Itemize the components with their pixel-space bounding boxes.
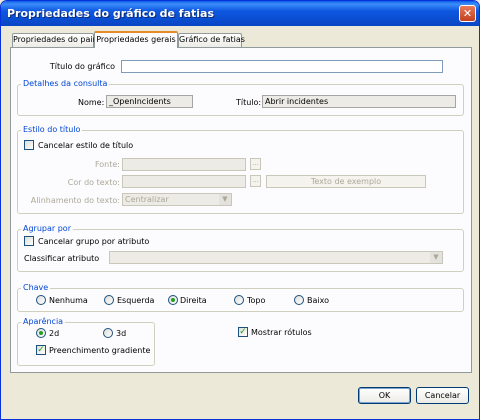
key-none-radio[interactable] [36,295,46,305]
checkmark-icon: ✓ [239,327,247,337]
group-title: Detalhes da consulta [21,79,110,89]
close-icon: ✕ [462,7,473,20]
key-right-radio[interactable] [168,295,178,305]
key-option-label: Baixo [307,296,329,305]
tab-pie-chart[interactable]: Gráfico de fatias [178,33,245,47]
ok-button[interactable]: OK [358,387,411,404]
chart-title-input[interactable] [121,60,443,73]
override-group-by-checkbox[interactable] [24,236,34,246]
group-title: Estilo do título [21,125,83,135]
font-picker-button: ... [250,158,261,170]
override-title-style-checkbox[interactable] [24,140,34,150]
sort-attribute-select: ▼ [109,251,443,264]
chart-title-label: Título do gráfico [49,62,115,71]
key-left-radio[interactable] [104,295,114,305]
query-name-label: Nome: [78,98,105,107]
tab-general-properties[interactable]: Propriedades gerais [94,31,178,48]
tab-label: Propriedades do painel [13,35,105,44]
key-top-radio[interactable] [234,295,244,305]
cancel-button-label: Cancelar [424,391,461,400]
group-title: Agrupar por [21,224,73,234]
gradient-fill-checkbox[interactable]: ✓ [36,345,46,355]
cancel-button[interactable]: Cancelar [416,387,469,404]
close-button[interactable]: ✕ [459,5,476,22]
checkmark-icon: ✓ [37,345,45,355]
dialog-window: Propriedades do gráfico de fatias ✕ Prop… [0,0,480,420]
sample-text-button: Texto de exemplo [266,175,426,188]
text-alignment-select: Centralizar ▼ [122,193,232,206]
text-alignment-label: Alinhamento do texto: [30,196,120,205]
tab-label: Gráfico de fatias [179,35,245,44]
show-labels-checkbox[interactable]: ✓ [238,327,248,337]
key-option-label: Nenhuma [49,296,88,305]
override-title-style-label: Cancelar estilo de título [38,141,134,150]
tab-label: Propriedades gerais [96,35,176,44]
gradient-fill-label: Preenchimento gradiente [49,346,151,355]
tab-panel-properties[interactable]: Propriedades do painel [12,33,105,47]
appearance-3d-label: 3d [116,329,127,338]
chevron-down-icon: ▼ [430,252,442,263]
tab-panel: Título do gráfico Detalhes da consulta N… [10,47,472,373]
ok-button-label: OK [378,391,391,400]
font-label: Fonte: [94,160,120,169]
key-bottom-radio[interactable] [294,295,304,305]
appearance-2d-radio[interactable] [36,328,46,338]
appearance-3d-radio[interactable] [103,328,113,338]
group-title: Chave [21,283,51,293]
key-option-label: Direita [180,296,207,305]
title-bar[interactable]: Propriedades do gráfico de fatias ✕ [1,1,479,26]
text-color-label: Cor do texto: [67,178,120,187]
appearance-2d-label: 2d [49,329,60,338]
group-title: Aparência [21,317,66,327]
key-option-label: Esquerda [117,296,155,305]
query-name-field: _OpenIncidents [106,95,193,108]
text-alignment-value: Centralizar [125,195,169,204]
key-option-label: Topo [247,296,266,305]
chevron-down-icon: ▼ [219,194,231,205]
color-picker-button: ... [250,175,261,187]
font-field [122,158,246,171]
window-title: Propriedades do gráfico de fatias [7,7,214,20]
sort-attribute-label: Classificar atributo [24,254,100,263]
query-title-field: Abrir incidentes [262,95,456,108]
show-labels-label: Mostrar rótulos [251,328,312,337]
query-title-label: Título: [236,98,262,107]
override-group-by-label: Cancelar grupo por atributo [38,237,150,246]
text-color-field [122,175,246,188]
